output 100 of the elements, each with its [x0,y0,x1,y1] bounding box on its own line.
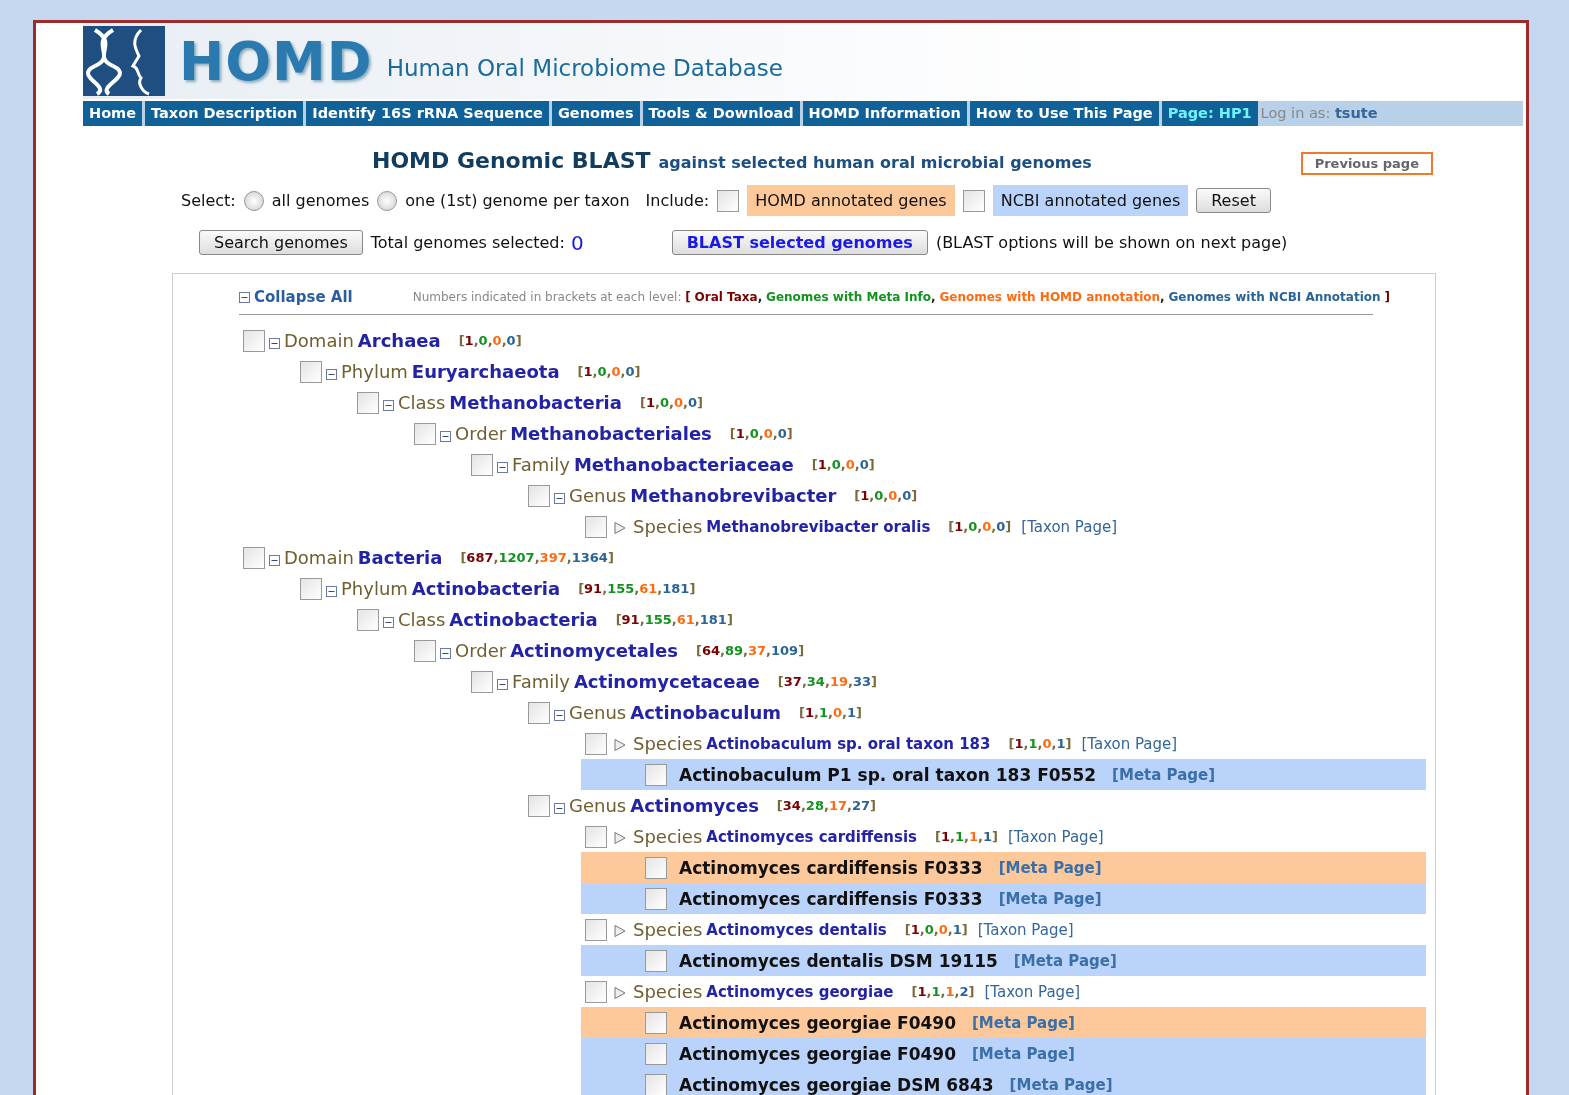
checkbox[interactable] [645,856,667,879]
count-summary: [1,0,0,0] [948,519,1012,534]
collapse-all-link[interactable]: Collapse All [239,288,353,306]
taxon-page-link[interactable]: [Taxon Page] [1007,827,1104,846]
taxon-link[interactable]: Actinomyces [630,795,759,816]
rank-label: Domain [284,547,354,568]
taxon-link[interactable]: Methanobrevibacter oralis [706,517,931,536]
checkbox[interactable] [585,515,607,538]
nav-tab[interactable]: Identify 16S rRNA Sequence [306,101,549,126]
meta-page-link[interactable]: [Meta Page] [998,858,1102,877]
collapse-icon[interactable] [554,492,565,504]
meta-page-link[interactable]: [Meta Page] [1009,1075,1113,1094]
checkbox[interactable] [645,949,667,972]
checkbox[interactable] [471,453,493,476]
search-button[interactable]: Search genomes [199,230,363,255]
taxon-link[interactable]: Methanobrevibacter [630,485,837,506]
select-label: Select: [181,191,236,210]
checkbox[interactable] [585,825,607,848]
checkbox-label: HOMD annotated genes [747,185,955,216]
radio-button[interactable] [243,190,264,211]
meta-page-link[interactable]: [Meta Page] [1112,765,1216,784]
collapse-icon[interactable] [326,368,337,380]
meta-page-link[interactable]: [Meta Page] [998,889,1102,908]
taxon-link[interactable]: Actinobaculum [630,702,782,723]
nav-tab[interactable]: Taxon Description [145,101,304,126]
collapse-icon[interactable] [440,647,451,659]
taxon-link[interactable]: Euryarchaeota [411,361,560,382]
checkbox[interactable] [528,701,550,724]
collapse-icon[interactable] [383,399,394,411]
blast-button[interactable]: BLAST selected genomes [671,230,928,255]
checkbox[interactable] [585,918,607,941]
checkbox-label: NCBI annotated genes [992,185,1189,216]
checkbox[interactable] [645,887,667,910]
collapse-icon[interactable] [326,585,337,597]
checkbox[interactable] [717,189,740,212]
radio-button[interactable] [377,190,398,211]
taxon-link[interactable]: Methanobacteria [449,392,622,413]
count-summary: [64,89,37,109] [695,643,805,658]
taxon-link[interactable]: Actinomycetaceae [573,671,760,692]
taxon-link[interactable]: Actinomyces cardiffensis [706,827,917,846]
taxon-link[interactable]: Actinomyces dentalis [706,920,887,939]
taxon-link[interactable]: Actinobaculum sp. oral taxon 183 [706,734,991,753]
taxon-link[interactable]: Methanobacteriaceae [573,454,794,475]
nav-tab[interactable]: Home [83,101,143,126]
checkbox[interactable] [357,391,379,414]
previous-page-button[interactable]: Previous page [1300,152,1433,175]
collapse-icon[interactable] [497,678,508,690]
taxon-link[interactable]: Actinomyces georgiae [706,982,894,1001]
checkbox[interactable] [357,608,379,631]
nav-tab[interactable]: Tools & Download [642,101,800,126]
rank-label: Domain [284,330,354,351]
count-summary: [1,0,0,0] [577,364,641,379]
checkbox[interactable] [645,1073,667,1095]
collapse-icon[interactable] [383,616,394,628]
collapse-icon[interactable] [497,461,508,473]
total-count: 0 [570,230,584,255]
checkbox[interactable] [300,360,322,383]
rank-label: Species [633,919,703,940]
checkbox[interactable] [414,639,436,662]
checkbox[interactable] [300,577,322,600]
checkbox[interactable] [528,794,550,817]
reset-button[interactable]: Reset [1196,188,1271,213]
taxon-page-link[interactable]: [Taxon Page] [1021,517,1118,536]
checkbox[interactable] [585,732,607,755]
checkbox[interactable] [645,1011,667,1034]
taxon-link[interactable]: Archaea [357,330,441,351]
checkbox[interactable] [414,422,436,445]
nav-tab[interactable]: Genomes [551,101,640,126]
taxon-link[interactable]: Actinobacteria [449,609,598,630]
triangle-icon [613,831,627,845]
collapse-icon[interactable] [269,337,280,349]
checkbox[interactable] [243,329,265,352]
checkbox[interactable] [528,484,550,507]
meta-page-link[interactable]: [Meta Page] [972,1013,1075,1032]
meta-page-link[interactable]: [Meta Page] [972,1044,1075,1063]
collapse-icon[interactable] [554,802,565,814]
count-summary: [1,0,0,0] [639,395,703,410]
count-summary: [1,1,0,1] [1008,736,1072,751]
taxon-page-link[interactable]: [Taxon Page] [1081,734,1178,753]
collapse-icon[interactable] [269,554,280,566]
taxon-link[interactable]: Actinomycetales [510,640,678,661]
taxon-page-link[interactable]: [Taxon Page] [977,920,1074,939]
meta-page-link[interactable]: [Meta Page] [1013,951,1117,970]
checkbox[interactable] [585,980,607,1003]
rank-label: Order [455,423,507,444]
checkbox[interactable] [471,670,493,693]
rank-label: Family [512,454,570,475]
taxon-link[interactable]: Bacteria [357,547,443,568]
nav-tab[interactable]: How to Use This Page [969,101,1159,126]
taxon-page-link[interactable]: [Taxon Page] [984,982,1081,1001]
taxon-link[interactable]: Methanobacteriales [510,423,712,444]
checkbox[interactable] [962,189,985,212]
collapse-icon[interactable] [554,709,565,721]
checkbox[interactable] [645,763,667,786]
collapse-icon[interactable] [440,430,451,442]
nav-tab[interactable]: Page: HP1 [1161,101,1258,126]
checkbox[interactable] [243,546,265,569]
checkbox[interactable] [645,1042,667,1065]
taxon-link[interactable]: Actinobacteria [411,578,561,599]
nav-tab[interactable]: HOMD Information [802,101,967,126]
